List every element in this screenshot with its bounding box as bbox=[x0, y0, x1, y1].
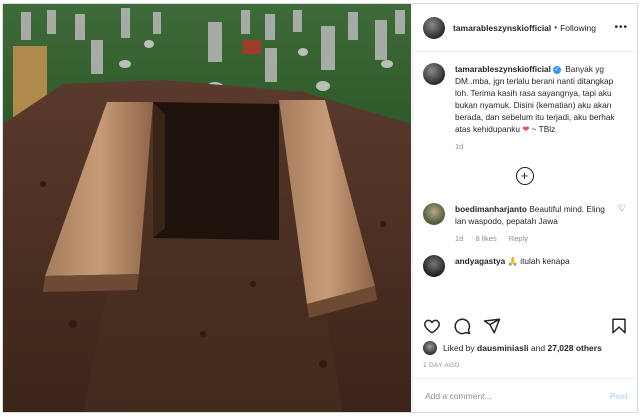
grave-photo-illustration bbox=[3, 4, 411, 412]
caption-avatar[interactable] bbox=[423, 63, 445, 85]
comment-input[interactable] bbox=[423, 389, 610, 402]
caption-meta: 1d bbox=[455, 141, 626, 153]
likes-count[interactable]: 27,028 others bbox=[547, 343, 601, 353]
heart-icon[interactable] bbox=[423, 317, 441, 335]
caption-time[interactable]: 1d bbox=[455, 142, 463, 151]
comment-like-heart-icon[interactable]: ♡ bbox=[614, 203, 626, 245]
liked-by-user[interactable]: dausminiasli bbox=[477, 343, 529, 353]
liked-by-and: and bbox=[530, 343, 546, 353]
comment-icon[interactable] bbox=[453, 317, 471, 335]
bookmark-icon[interactable] bbox=[610, 317, 628, 335]
avatar[interactable] bbox=[423, 16, 445, 39]
comment-time[interactable]: 1d bbox=[455, 234, 463, 243]
comment-text: 🙏 itulah kenapa bbox=[507, 256, 570, 266]
separator-dot: • bbox=[554, 23, 558, 32]
post-timestamp[interactable]: 1 DAY AGO bbox=[423, 362, 460, 369]
header-username[interactable]: tamarableszynskiofficial bbox=[453, 23, 551, 33]
liked-by-prefix: Liked by bbox=[443, 343, 475, 353]
comments-list[interactable]: tamarableszynskiofficial ✓ Banyak yg DM..… bbox=[413, 53, 637, 295]
post-header: tamarableszynskiofficial • Following ••• bbox=[413, 4, 637, 52]
post-photo[interactable] bbox=[3, 4, 411, 412]
list-item: andyagastya 🙏 itulah kenapa bbox=[423, 255, 626, 277]
comment-meta: 1d 8 likes Reply bbox=[455, 233, 614, 245]
comment-avatar[interactable] bbox=[423, 203, 445, 225]
caption-signoff: ~ TBlz bbox=[531, 124, 556, 134]
more-horizontal-icon[interactable]: ••• bbox=[614, 22, 628, 33]
likes-summary: Liked by dausminiasli and 27,028 others bbox=[423, 341, 630, 355]
comment-username[interactable]: boedimanharjanto bbox=[455, 204, 527, 214]
comment-likes[interactable]: 8 likes bbox=[475, 234, 496, 243]
post-side-panel: tamarableszynskiofficial • Following •••… bbox=[412, 4, 637, 412]
following-button[interactable]: Following bbox=[560, 23, 596, 33]
plus-circle-icon[interactable]: + bbox=[515, 167, 534, 185]
list-item: boedimanharjanto Beautiful mind. Eling l… bbox=[423, 203, 626, 245]
share-icon[interactable] bbox=[483, 317, 501, 335]
action-bar bbox=[423, 315, 628, 337]
reply-button[interactable]: Reply bbox=[509, 234, 528, 243]
caption-username[interactable]: tamarableszynskiofficial bbox=[455, 64, 551, 74]
verified-badge-icon: ✓ bbox=[552, 65, 561, 74]
heart-emoji: ❤ bbox=[522, 124, 530, 134]
post-button[interactable]: Post bbox=[610, 391, 628, 401]
avatar[interactable] bbox=[423, 341, 437, 355]
caption: tamarableszynskiofficial ✓ Banyak yg DM..… bbox=[423, 63, 626, 153]
instagram-post-modal: tamarableszynskiofficial • Following •••… bbox=[2, 3, 638, 413]
comment-username[interactable]: andyagastya bbox=[455, 256, 505, 266]
add-comment-bar: Post bbox=[413, 378, 637, 412]
comment-avatar[interactable] bbox=[423, 255, 445, 277]
